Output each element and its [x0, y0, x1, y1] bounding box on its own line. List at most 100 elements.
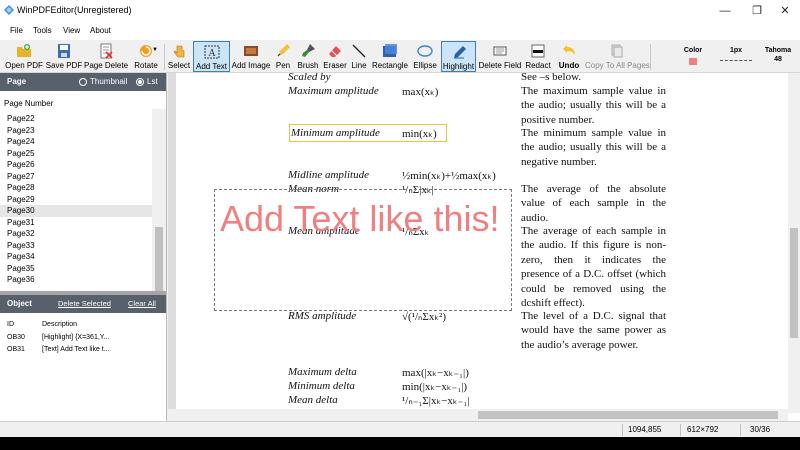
page-list-item[interactable]: Page31 — [0, 217, 152, 229]
pdf-page[interactable]: Scaled by Maximum amplitude max(xₖ) Mini… — [176, 73, 788, 413]
list-radio-label[interactable]: Lst — [147, 77, 158, 86]
text-annotation-box[interactable]: Add Text like this! — [214, 189, 512, 311]
pen-button[interactable]: Pen — [272, 41, 294, 72]
page-list-item[interactable]: Page33 — [0, 240, 152, 252]
rectangle-label: Rectangle — [371, 61, 409, 70]
thumbnail-radio-label[interactable]: Thumbnail — [90, 77, 127, 86]
highlight-button[interactable]: Highlight — [441, 41, 476, 72]
copy-to-all-pages-label: Copy To All Pages — [585, 61, 650, 70]
redact-button[interactable]: Redact — [524, 41, 552, 72]
maximize-button[interactable]: ❐ — [742, 0, 772, 22]
list-radio[interactable] — [136, 78, 144, 86]
thumbnail-radio[interactable] — [79, 78, 87, 86]
formula: ¹/ₙ₋₁Σ|xₖ−xₖ₋₁| — [402, 395, 470, 407]
page-list-item[interactable]: Page25 — [0, 148, 152, 160]
page-list-item-selected[interactable]: Page30 — [0, 205, 152, 217]
page-list-item[interactable]: Page32 — [0, 228, 152, 240]
rectangle-icon — [383, 44, 397, 57]
eraser-label: Eraser — [323, 61, 347, 70]
select-button[interactable]: Select — [166, 41, 192, 72]
page-list-item[interactable]: Page29 — [0, 194, 152, 206]
page-list-item[interactable]: Page26 — [0, 159, 152, 171]
page-list-item[interactable]: Page28 — [0, 182, 152, 194]
delete-field-label: Delete Field — [478, 61, 522, 70]
line-button[interactable]: Line — [349, 41, 369, 72]
term: Minimum amplitude — [291, 127, 380, 139]
ellipse-label: Ellipse — [413, 61, 437, 70]
object-panel-header: Object Delete Selected Clear All — [0, 295, 166, 313]
brush-button[interactable]: Brush — [295, 41, 321, 72]
color-swatch[interactable] — [689, 58, 697, 65]
document-viewport[interactable]: Scaled by Maximum amplitude max(xₖ) Mini… — [168, 73, 800, 421]
minimize-button[interactable]: — — [710, 0, 740, 22]
save-pdf-button[interactable]: Save PDF — [45, 41, 83, 72]
page-rows: Page22 Page23 Page24 Page25 Page26 Page2… — [0, 113, 152, 286]
page-list-header: Page Number — [4, 99, 54, 108]
page-size: 612×792 — [687, 425, 719, 434]
page-list-scroll-thumb[interactable] — [155, 227, 163, 297]
undo-label: Undo — [558, 61, 580, 70]
object-id: OB30 — [7, 334, 25, 341]
status-bar: 1094,855 612×792 30/36 — [0, 421, 800, 437]
page-list-item[interactable]: Page27 — [0, 171, 152, 183]
open-pdf-button[interactable]: Open PDF — [4, 41, 44, 72]
term: Maximum amplitude — [288, 85, 379, 97]
rectangle-button[interactable]: Rectangle — [371, 41, 409, 72]
pen-label: Pen — [275, 61, 291, 70]
page-delete-button[interactable]: Page Delete — [84, 41, 128, 72]
formula: √(¹/ₙΣxₖ²) — [402, 311, 446, 323]
toolbar-separator — [650, 44, 651, 70]
page-panel-title: Page — [7, 77, 27, 86]
status-separator — [622, 424, 623, 436]
rotate-chevron-down-icon[interactable]: ▼ — [152, 47, 158, 53]
table-row[interactable]: OB30 [Highlight] {X=361,Y... — [0, 332, 166, 344]
menu-tools[interactable]: Tools — [33, 26, 52, 35]
status-separator — [740, 424, 741, 436]
document-horizontal-scroll-thumb[interactable] — [478, 411, 778, 419]
rotate-button[interactable]: Rotate ▼ — [129, 41, 163, 72]
page-list-item[interactable]: Page36 — [0, 274, 152, 286]
undo-button[interactable]: Undo — [555, 41, 583, 72]
copy-pages-icon — [611, 44, 623, 58]
add-image-button[interactable]: Add Image — [231, 41, 271, 72]
close-button[interactable]: ✕ — [770, 0, 800, 22]
term: Mean delta — [288, 394, 338, 406]
highlight-label: Highlight — [442, 62, 475, 71]
menu-about[interactable]: About — [90, 26, 111, 35]
font-size-value[interactable]: 48 — [760, 56, 796, 63]
ellipse-button[interactable]: Ellipse — [410, 41, 440, 72]
page-list-item[interactable]: Page34 — [0, 251, 152, 263]
document-vertical-scroll-thumb[interactable] — [790, 228, 798, 338]
eraser-button[interactable]: Eraser — [322, 41, 348, 72]
text-annotation-content[interactable]: Add Text like this! — [220, 197, 506, 241]
table-row[interactable]: OB31 [Text] Add Text like t... — [0, 344, 166, 356]
add-image-label: Add Image — [231, 61, 271, 70]
page-indicator: 30/36 — [750, 425, 771, 434]
page-list-scrollbar[interactable] — [152, 109, 166, 316]
ellipse-icon — [417, 45, 433, 57]
app-logo-icon — [4, 5, 14, 15]
undo-icon — [563, 45, 575, 55]
clear-all-link[interactable]: Clear All — [128, 299, 156, 308]
font-name-label[interactable]: Tahoma — [760, 47, 796, 54]
copy-to-all-pages-button[interactable]: Copy To All Pages — [585, 41, 650, 72]
cursor-coordinates: 1094,855 — [628, 425, 662, 434]
delete-field-button[interactable]: Delete Field — [478, 41, 522, 72]
page-list-item[interactable]: Page22 — [0, 113, 152, 125]
rotate-label: Rotate — [134, 61, 158, 70]
document-horizontal-scrollbar[interactable] — [168, 409, 788, 421]
page-list-item[interactable]: Page23 — [0, 125, 152, 137]
menu-view[interactable]: View — [63, 26, 80, 35]
page-list-item[interactable]: Page24 — [0, 136, 152, 148]
delete-selected-link[interactable]: Delete Selected — [58, 299, 111, 308]
document-vertical-scrollbar[interactable] — [788, 73, 800, 413]
svg-text:A: A — [208, 48, 216, 59]
add-text-button[interactable]: A Add Text — [193, 41, 230, 72]
object-description: [Text] Add Text like t... — [42, 346, 110, 353]
line-size-preview[interactable] — [720, 60, 752, 61]
column-description: Description — [42, 321, 78, 328]
menu-file[interactable]: File — [10, 26, 23, 35]
term: RMS amplitude — [288, 310, 357, 322]
object-id: OB31 — [7, 346, 25, 353]
page-list-item[interactable]: Page35 — [0, 263, 152, 275]
